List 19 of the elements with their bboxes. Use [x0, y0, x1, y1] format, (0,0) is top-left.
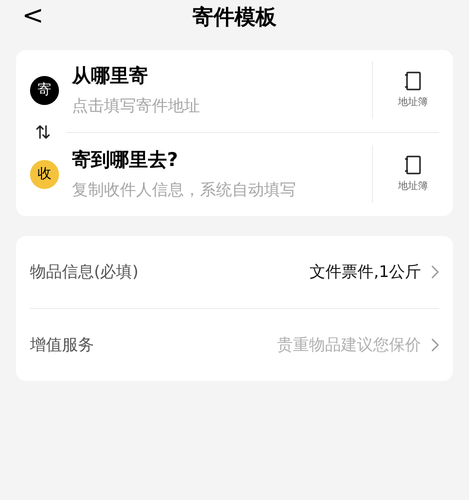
badge: 寄 [30, 76, 59, 104]
option-value: 贵重物品建议您保价 [277, 334, 421, 356]
swap-icon[interactable] [35, 124, 51, 140]
option-label: 物品信息(必填) [30, 261, 140, 283]
option-label: 增值服务 [30, 334, 95, 356]
chevron-icon [431, 338, 439, 352]
back-button[interactable]: < [22, 1, 44, 31]
address-title[interactable]: 从哪里寄 [72, 64, 148, 88]
chevron-icon [431, 265, 439, 279]
page-title: 寄件模板 [192, 4, 276, 32]
option-row[interactable]: 物品信息(必填) 文件票件,1公斤 [30, 236, 439, 308]
notebook-icon [404, 154, 422, 174]
address-book-button[interactable]: 地址簿 [373, 70, 453, 110]
address-book-button[interactable]: 地址簿 [373, 154, 453, 194]
notebook-icon [404, 70, 422, 90]
badge: 收 [30, 160, 59, 188]
option-value: 文件票件,1公斤 [310, 261, 421, 283]
address-title[interactable]: 寄到哪里去? [72, 148, 178, 172]
option-row[interactable]: 增值服务 贵重物品建议您保价 [30, 309, 439, 381]
